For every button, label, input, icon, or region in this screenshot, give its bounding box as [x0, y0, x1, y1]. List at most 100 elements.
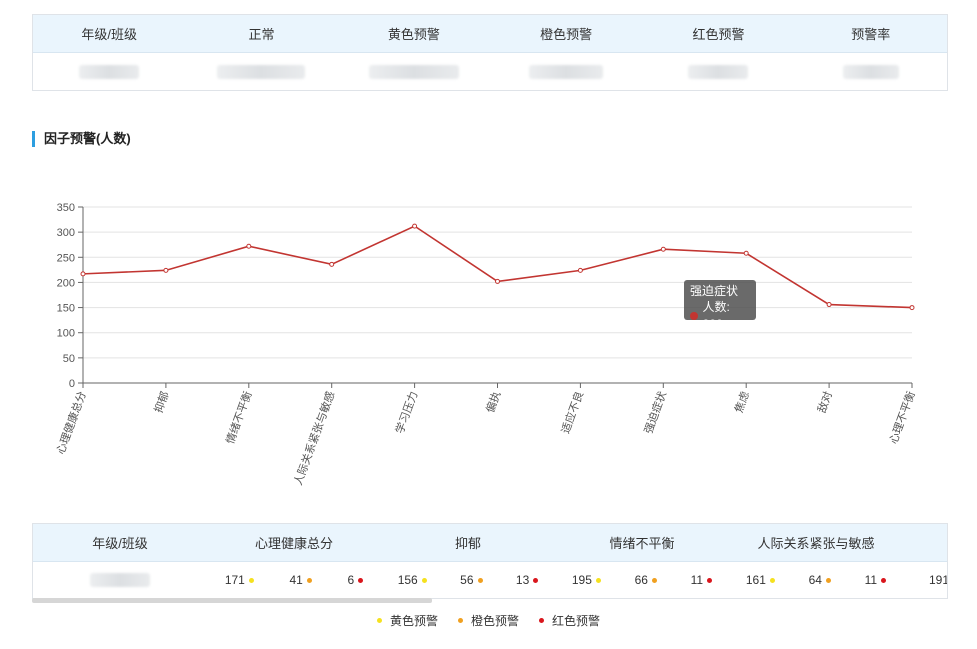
warning-count: 156 [398, 573, 427, 587]
warning-count: 11 [690, 573, 713, 587]
section-title: 因子预警(人数) [32, 131, 131, 147]
factor-cell: 161 64 11 [729, 573, 903, 587]
legend-label: 黄色预警 [389, 614, 438, 628]
warning-dot-icon [533, 577, 539, 583]
col-header-class: 年级/班级 [81, 27, 137, 42]
data-point [163, 267, 169, 273]
warning-count: 41 [289, 573, 312, 587]
summary-table: 年级/班级 正常 黄色预警 橙色预警 红色预警 预警率 [32, 14, 948, 91]
warning-dot-icon [306, 577, 312, 583]
redacted-value [688, 64, 749, 79]
data-point [909, 305, 915, 311]
count-value: 11 [690, 573, 704, 587]
tooltip-value: 人数: 266 [702, 300, 730, 331]
legend-dot-icon [376, 618, 382, 623]
y-tick-label: 150 [57, 303, 75, 315]
col-header-total: 心理健康总分 [254, 536, 333, 551]
warning-count: 64 [809, 573, 831, 587]
warning-dot-icon [248, 577, 254, 583]
data-point [743, 250, 749, 256]
data-point [577, 267, 583, 273]
x-tick-label: 抑郁 [151, 389, 172, 414]
warning-dot-icon [358, 577, 364, 583]
warning-count: 56 [460, 573, 483, 587]
y-tick-label: 100 [57, 328, 75, 340]
redacted-value [79, 64, 140, 79]
factor-cell: 156 56 13 [381, 573, 555, 587]
warning-dot-icon [707, 577, 713, 583]
col-header-orange: 橙色预警 [540, 27, 593, 42]
x-tick-label: 情绪不平衡 [223, 389, 255, 445]
warning-dot-icon [825, 577, 831, 583]
y-tick-label: 350 [57, 202, 75, 214]
col-header-normal: 正常 [248, 27, 275, 42]
count-value: 6 [347, 573, 355, 587]
x-tick-label: 人际关系紧张与敏感 [291, 389, 338, 487]
y-tick-label: 0 [69, 378, 75, 390]
summary-table-header: 年级/班级 正常 黄色预警 橙色预警 红色预警 预警率 [33, 15, 947, 53]
truncated-count: 191 [929, 573, 948, 587]
warning-count: 171 [225, 573, 254, 587]
factor-line-chart[interactable]: 0 50 100 150 200 250 300 350 心理健康总分 抑郁 情绪不平衡 人际关系紧张… [0, 190, 977, 490]
col-header-depression: 抑郁 [454, 536, 481, 551]
warning-count: 13 [515, 573, 539, 587]
y-tick-label: 50 [63, 353, 75, 365]
warning-count: 161 [746, 573, 775, 587]
x-tick-label: 敌对 [814, 389, 835, 414]
col-header-class: 年级/班级 [92, 536, 148, 551]
data-point [329, 261, 335, 267]
legend-dot-icon [457, 618, 463, 623]
data-point [495, 278, 500, 284]
col-header-emotion: 情绪不平衡 [609, 536, 675, 551]
table-row [33, 53, 947, 90]
x-tick-label: 心理不平衡 [887, 390, 918, 446]
y-tick-label: 250 [57, 252, 75, 264]
count-value: 11 [864, 573, 878, 587]
warning-dot-icon [769, 577, 775, 583]
tooltip-title: 强迫症状 [690, 284, 739, 298]
table-row: 171 41 6 156 56 13 195 66 11 161 64 11 191 [33, 562, 947, 598]
series-line [82, 225, 913, 309]
count-value: 41 [289, 573, 303, 587]
x-tick-label: 适应不良 [558, 389, 586, 435]
x-tick-label: 强迫症状 [641, 389, 669, 435]
y-tick-label: 300 [57, 227, 75, 239]
legend-item[interactable]: 黄色预警 [376, 612, 438, 629]
count-value: 56 [460, 573, 474, 587]
factor-cell: 195 66 11 [555, 573, 729, 587]
warning-count: 66 [635, 573, 657, 587]
warning-count: 11 [864, 573, 887, 587]
x-tick-label: 心理健康总分 [53, 389, 89, 456]
count-value: 171 [224, 573, 245, 587]
horizontal-scrollbar[interactable] [32, 598, 432, 603]
factor-table[interactable]: 年级/班级 心理健康总分 抑郁 情绪不平衡 人际关系紧张与敏感 171 41 6 15… [32, 523, 948, 599]
data-point [412, 223, 418, 229]
warning-dot-icon [595, 577, 601, 583]
warning-dot-icon [881, 577, 887, 583]
legend-item[interactable]: 橙色预警 [457, 612, 519, 629]
warning-dot-icon [421, 577, 427, 583]
legend-label: 橙色预警 [470, 614, 519, 628]
x-tick-label: 学习压力 [392, 389, 420, 435]
count-value: 161 [745, 573, 766, 587]
legend-dot-icon [539, 618, 544, 623]
count-value: 156 [397, 573, 418, 587]
col-header-yellow: 黄色预警 [387, 27, 440, 42]
count-value: 64 [808, 573, 822, 587]
redacted-value [842, 64, 899, 79]
col-header-red: 红色预警 [692, 27, 745, 42]
col-header-interpersonal: 人际关系紧张与敏感 [757, 536, 875, 551]
warning-count: 6 [347, 573, 364, 587]
redacted-value [368, 64, 459, 79]
count-value: 13 [515, 573, 530, 587]
x-tick-label: 焦虑 [732, 390, 752, 415]
legend-item[interactable]: 红色预警 [539, 612, 600, 629]
data-point [246, 243, 252, 249]
col-header-rate: 预警率 [851, 27, 891, 42]
warning-count: 195 [572, 573, 601, 587]
count-value: 66 [634, 573, 648, 587]
factor-table-header: 年级/班级 心理健康总分 抑郁 情绪不平衡 人际关系紧张与敏感 [33, 524, 947, 562]
count-value: 195 [571, 573, 592, 587]
warning-dot-icon [651, 577, 657, 583]
legend-label: 红色预警 [552, 614, 601, 628]
